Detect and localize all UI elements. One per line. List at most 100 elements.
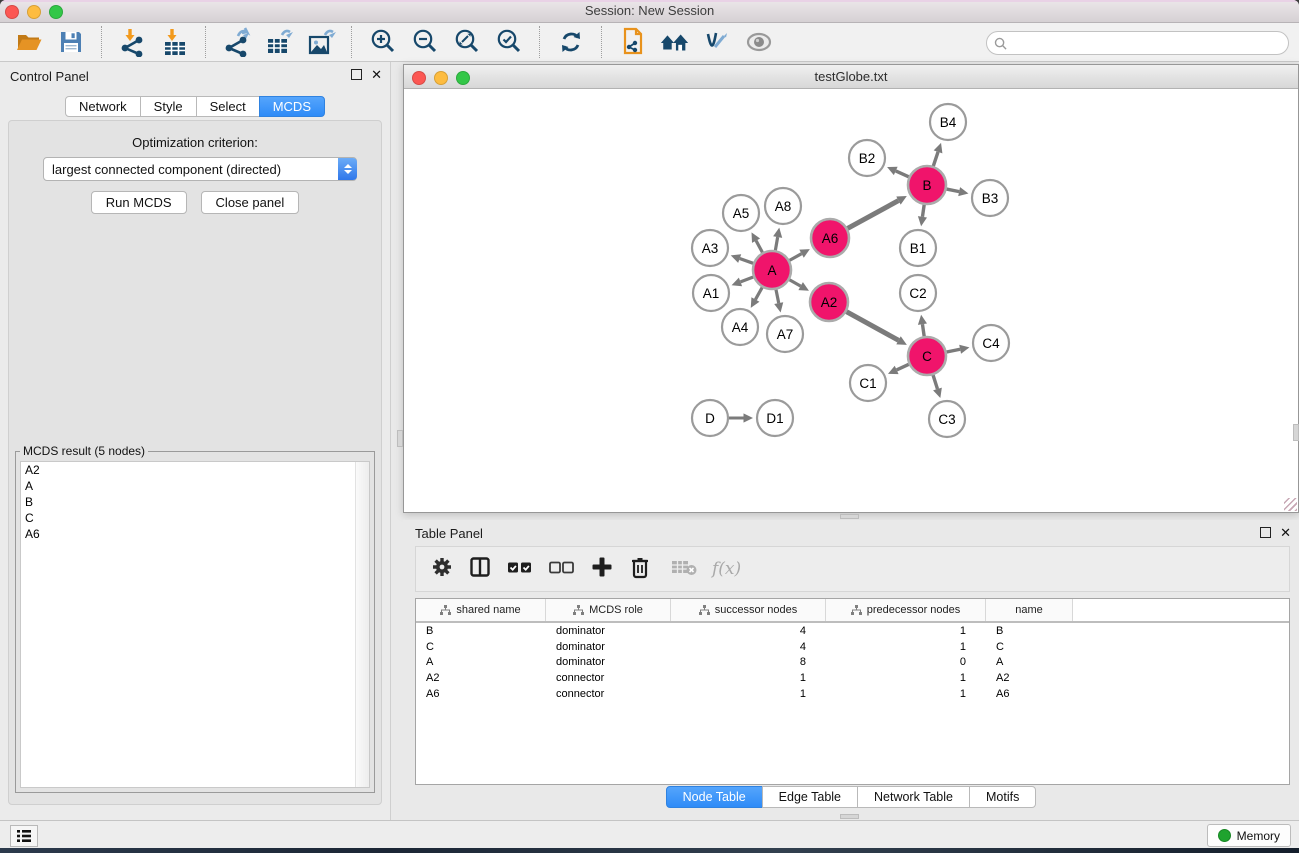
edge-arrowhead: [918, 216, 927, 226]
tab-network-table[interactable]: Network Table: [857, 786, 970, 808]
control-panel-tabs: NetworkStyleSelectMCDS: [0, 96, 390, 117]
toggle-graphics-details-icon[interactable]: [701, 26, 733, 58]
criterion-dropdown[interactable]: largest connected component (directed): [43, 157, 357, 181]
tab-mcds[interactable]: MCDS: [259, 96, 325, 117]
import-network-icon[interactable]: [117, 26, 149, 58]
result-list-item[interactable]: A: [21, 478, 369, 494]
show-columns-icon[interactable]: [468, 555, 492, 584]
close-panel-button[interactable]: Close panel: [201, 191, 300, 214]
mcds-result-list[interactable]: A2ABCA6: [20, 461, 370, 788]
graph-edge-B-B4[interactable]: [933, 152, 938, 166]
graph-node-label: A8: [775, 199, 792, 214]
resize-grip[interactable]: [1284, 498, 1297, 511]
export-image-icon[interactable]: [305, 26, 337, 58]
save-session-icon[interactable]: [55, 26, 87, 58]
splitter-handle[interactable]: [840, 514, 859, 519]
tab-edge-table[interactable]: Edge Table: [762, 786, 858, 808]
home-icon[interactable]: [659, 26, 691, 58]
import-table-icon[interactable]: [159, 26, 191, 58]
table-settings-icon[interactable]: [430, 555, 454, 584]
table-cell: dominator: [546, 641, 671, 653]
mcds-panel: Optimization criterion: largest connecte…: [8, 120, 382, 805]
run-mcds-button[interactable]: Run MCDS: [91, 191, 187, 214]
result-list-scrollbar[interactable]: [355, 462, 369, 787]
graph-edge-A-A3[interactable]: [740, 259, 753, 264]
graph-edge-C-C3[interactable]: [933, 375, 937, 389]
graph-node-label: A: [767, 263, 776, 278]
toolbar-separator: [351, 26, 353, 58]
table-cell: A2: [986, 672, 1073, 684]
refresh-icon[interactable]: [555, 26, 587, 58]
function-builder-icon[interactable]: f(x): [712, 559, 741, 579]
graph-edge-A-A7[interactable]: [776, 290, 779, 304]
graph-edge-A-A6[interactable]: [790, 254, 802, 261]
table-cell: 1: [826, 641, 986, 653]
tab-network[interactable]: Network: [65, 96, 141, 117]
column-header-predecessor-nodes[interactable]: predecessor nodes: [826, 599, 986, 621]
delete-table-icon[interactable]: [670, 556, 698, 583]
mcds-result-group: MCDS result (5 nodes) A2ABCA6: [15, 451, 375, 793]
close-panel-icon[interactable]: ✕: [371, 70, 382, 79]
tab-style[interactable]: Style: [140, 96, 197, 117]
column-header-successor-nodes[interactable]: successor nodes: [671, 599, 826, 621]
table-row[interactable]: A6connector11A6: [416, 686, 1289, 702]
network-canvas[interactable]: B4B2BB3A8A5A6A3B1AA1C2A2A4A7C4CC1C3DD1: [404, 89, 1298, 512]
zoom-fit-icon[interactable]: [451, 26, 483, 58]
table-row[interactable]: Cdominator41C: [416, 639, 1289, 655]
zoom-in-icon[interactable]: [367, 26, 399, 58]
graph-edge-A-A5[interactable]: [756, 241, 762, 253]
graph-node-label: C4: [982, 336, 1000, 351]
graph-edge-A-A8[interactable]: [775, 237, 777, 250]
table-cell: A6: [416, 688, 546, 700]
table-row[interactable]: A2connector11A2: [416, 670, 1289, 686]
graph-edge-B-B3[interactable]: [947, 189, 960, 192]
criterion-dropdown-value: largest connected component (directed): [44, 162, 338, 177]
result-list-item[interactable]: B: [21, 494, 369, 510]
table-row[interactable]: Bdominator41B: [416, 623, 1289, 639]
result-list-item[interactable]: A2: [21, 462, 369, 478]
float-panel-icon[interactable]: [1260, 527, 1271, 538]
close-panel-icon[interactable]: ✕: [1280, 528, 1291, 537]
splitter-handle[interactable]: [397, 430, 403, 447]
graph-edge-B-B2[interactable]: [896, 171, 909, 177]
tab-motifs[interactable]: Motifs: [969, 786, 1036, 808]
zoom-selected-icon[interactable]: [493, 26, 525, 58]
node-table[interactable]: shared nameMCDS rolesuccessor nodesprede…: [415, 598, 1290, 785]
graph-edge-A6-B[interactable]: [848, 201, 899, 229]
zoom-out-icon[interactable]: [409, 26, 441, 58]
show-panels-list-button[interactable]: [10, 825, 38, 847]
tab-node-table[interactable]: Node Table: [666, 786, 763, 808]
deselect-all-icon[interactable]: [548, 555, 576, 584]
result-list-item[interactable]: C: [21, 510, 369, 526]
graph-edge-A-A2[interactable]: [789, 280, 800, 286]
graph-edge-C-C4[interactable]: [947, 349, 961, 352]
add-row-icon[interactable]: [590, 555, 614, 584]
graph-edge-B-B1[interactable]: [922, 205, 924, 217]
graph-edge-A-A4[interactable]: [755, 287, 762, 299]
memory-button[interactable]: Memory: [1207, 824, 1291, 847]
edge-arrowhead: [934, 143, 943, 153]
select-all-icon[interactable]: [506, 555, 534, 584]
table-row[interactable]: Adominator80A: [416, 654, 1289, 670]
column-header-shared-name[interactable]: shared name: [416, 599, 546, 621]
control-panel: Control Panel ✕ NetworkStyleSelectMCDS O…: [0, 62, 391, 820]
network-document-icon[interactable]: [617, 26, 649, 58]
column-header-name[interactable]: name: [986, 599, 1073, 621]
open-session-icon[interactable]: [13, 26, 45, 58]
graph-edge-A2-C[interactable]: [847, 312, 899, 341]
birdseye-view-icon[interactable]: [743, 26, 775, 58]
graph-edge-C-C1[interactable]: [897, 364, 909, 370]
graph-edge-C-C2[interactable]: [922, 324, 924, 336]
search-input[interactable]: [1011, 35, 1288, 51]
column-header-MCDS-role[interactable]: MCDS role: [546, 599, 671, 621]
graph-edge-A-A1[interactable]: [740, 277, 753, 282]
tab-select[interactable]: Select: [196, 96, 260, 117]
export-table-icon[interactable]: [263, 26, 295, 58]
splitter-handle[interactable]: [1293, 424, 1299, 441]
desktop-background: [0, 848, 1299, 853]
result-list-item[interactable]: A6: [21, 526, 369, 542]
float-panel-icon[interactable]: [351, 69, 362, 80]
delete-row-icon[interactable]: [628, 555, 652, 584]
splitter-handle[interactable]: [840, 814, 859, 819]
export-network-icon[interactable]: [221, 26, 253, 58]
